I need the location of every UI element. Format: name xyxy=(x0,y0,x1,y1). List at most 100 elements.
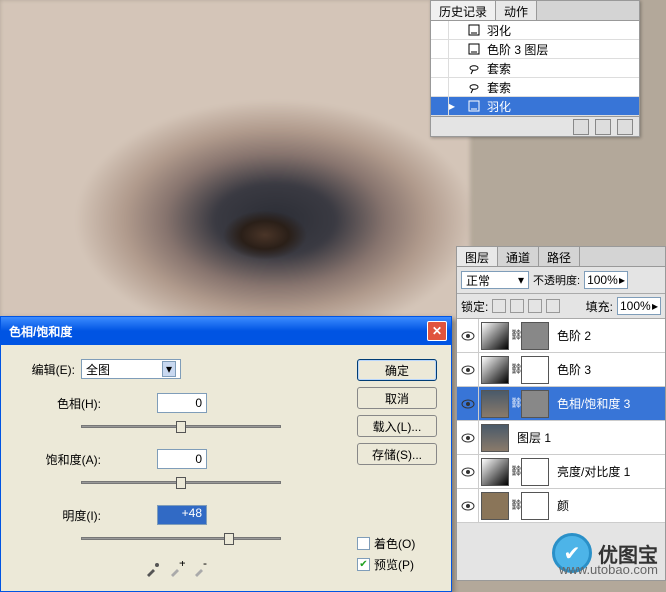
eye-icon xyxy=(461,365,475,375)
eyedropper-minus-icon[interactable]: - xyxy=(193,561,209,577)
lock-trans-icon[interactable] xyxy=(492,299,506,313)
layer-row[interactable]: ⛓色阶 2 xyxy=(457,319,665,353)
hue-saturation-dialog: 色相/饱和度 ✕ 编辑(E): 全图 ▾ 色相(H): 饱和度(A): xyxy=(0,316,452,592)
lock-paint-icon[interactable] xyxy=(510,299,524,313)
eyedroppers: + - xyxy=(145,561,347,577)
layer-name: 颜 xyxy=(551,497,569,514)
tab-actions[interactable]: 动作 xyxy=(496,1,537,20)
cancel-button[interactable]: 取消 xyxy=(357,387,437,409)
layer-thumb[interactable] xyxy=(481,492,509,520)
history-check[interactable] xyxy=(431,40,449,58)
opacity-input[interactable]: 100%▸ xyxy=(584,271,628,289)
tab-layers[interactable]: 图层 xyxy=(457,247,498,266)
new-doc-icon[interactable] xyxy=(595,119,611,135)
fill-input[interactable]: 100%▸ xyxy=(617,297,661,315)
background-photo-eye xyxy=(0,0,470,320)
svg-text:+: + xyxy=(179,561,185,570)
history-check[interactable] xyxy=(431,59,449,77)
visibility-toggle[interactable] xyxy=(457,455,479,489)
layer-thumb[interactable] xyxy=(481,424,509,452)
link-icon[interactable]: ⛓ xyxy=(510,458,520,486)
hue-label: 色相(H): xyxy=(15,395,111,412)
layer-thumb[interactable] xyxy=(481,356,509,384)
history-check[interactable] xyxy=(431,78,449,96)
lasso-icon xyxy=(465,59,483,77)
history-panel: 历史记录 动作 WWW.MISSYUAN.COM 羽化色阶 3 图层套索套索▸羽… xyxy=(430,0,640,137)
lightness-slider[interactable] xyxy=(81,529,281,549)
mask-thumb[interactable] xyxy=(521,492,549,520)
history-check[interactable] xyxy=(431,97,449,115)
visibility-toggle[interactable] xyxy=(457,353,479,387)
history-item[interactable]: 色阶 3 图层 xyxy=(431,40,639,59)
lock-move-icon[interactable] xyxy=(528,299,542,313)
ok-button[interactable]: 确定 xyxy=(357,359,437,381)
link-icon[interactable]: ⛓ xyxy=(510,492,520,520)
trash-icon[interactable] xyxy=(617,119,633,135)
chevron-down-icon: ▾ xyxy=(518,273,524,287)
saturation-input[interactable] xyxy=(157,449,207,469)
layer-name: 图层 1 xyxy=(511,429,551,446)
link-icon[interactable]: ⛓ xyxy=(510,390,520,418)
mask-thumb[interactable] xyxy=(521,458,549,486)
edit-value: 全图 xyxy=(86,361,110,378)
preview-checkbox-row[interactable]: ✔ 预览(P) xyxy=(357,556,437,573)
levels-icon xyxy=(465,97,483,115)
tab-paths[interactable]: 路径 xyxy=(539,247,580,266)
mask-thumb[interactable] xyxy=(521,356,549,384)
layer-thumb[interactable] xyxy=(481,322,509,350)
lock-label: 锁定: xyxy=(461,298,488,315)
history-item[interactable]: 套索 xyxy=(431,78,639,97)
save-button[interactable]: 存储(S)... xyxy=(357,443,437,465)
layer-name: 色阶 3 xyxy=(551,361,591,378)
visibility-toggle[interactable] xyxy=(457,489,479,523)
colorize-checkbox[interactable] xyxy=(357,537,370,550)
chevron-down-icon: ▾ xyxy=(162,361,176,377)
mask-thumb[interactable] xyxy=(521,322,549,350)
history-tabs: 历史记录 动作 xyxy=(431,1,639,21)
layer-thumb[interactable] xyxy=(481,458,509,486)
blend-mode-select[interactable]: 正常 ▾ xyxy=(461,271,529,289)
edit-dropdown[interactable]: 全图 ▾ xyxy=(81,359,181,379)
hue-slider[interactable] xyxy=(81,417,281,437)
eye-icon xyxy=(461,433,475,443)
edit-label: 编辑(E): xyxy=(15,361,75,378)
visibility-toggle[interactable] xyxy=(457,319,479,353)
tab-channels[interactable]: 通道 xyxy=(498,247,539,266)
logo: ✔ 优图宝 www.utobao.com xyxy=(552,533,658,573)
blend-mode-value: 正常 xyxy=(466,272,490,289)
history-item[interactable]: ▸羽化 xyxy=(431,97,639,116)
layer-list: ⛓色阶 2⛓色阶 3⛓色相/饱和度 3图层 1⛓亮度/对比度 1⛓颜 xyxy=(457,319,665,523)
layer-row[interactable]: ⛓色相/饱和度 3 xyxy=(457,387,665,421)
saturation-slider[interactable] xyxy=(81,473,281,493)
preview-checkbox[interactable]: ✔ xyxy=(357,558,370,571)
eyedropper-plus-icon[interactable]: + xyxy=(169,561,185,577)
mask-thumb[interactable] xyxy=(521,390,549,418)
tab-history[interactable]: 历史记录 xyxy=(431,1,496,20)
layer-row[interactable]: 图层 1 xyxy=(457,421,665,455)
layer-row[interactable]: ⛓ 色阶 3 xyxy=(457,353,665,387)
layer-row[interactable]: ⛓亮度/对比度 1 xyxy=(457,455,665,489)
colorize-label: 着色(O) xyxy=(374,535,415,552)
layer-thumb[interactable] xyxy=(481,390,509,418)
link-icon[interactable]: ⛓ xyxy=(510,356,520,384)
new-snapshot-icon[interactable] xyxy=(573,119,589,135)
visibility-toggle[interactable] xyxy=(457,421,479,455)
lasso-icon xyxy=(465,78,483,96)
colorize-checkbox-row[interactable]: 着色(O) xyxy=(357,535,437,552)
lock-all-icon[interactable] xyxy=(546,299,560,313)
lock-row: 锁定: 填充: 100%▸ xyxy=(457,294,665,319)
fill-label: 填充: xyxy=(586,298,613,315)
hue-input[interactable] xyxy=(157,393,207,413)
dialog-title: 色相/饱和度 xyxy=(5,323,427,340)
lightness-input[interactable]: +48 xyxy=(157,505,207,525)
close-button[interactable]: ✕ xyxy=(427,321,447,341)
eyedropper-icon[interactable] xyxy=(145,561,161,577)
visibility-toggle[interactable] xyxy=(457,387,479,421)
history-item[interactable]: 套索 xyxy=(431,59,639,78)
dialog-title-bar[interactable]: 色相/饱和度 ✕ xyxy=(1,317,451,345)
history-check[interactable] xyxy=(431,21,449,39)
load-button[interactable]: 载入(L)... xyxy=(357,415,437,437)
layer-row[interactable]: ⛓颜 xyxy=(457,489,665,523)
link-icon[interactable]: ⛓ xyxy=(510,322,520,350)
history-item[interactable]: 羽化 xyxy=(431,21,639,40)
